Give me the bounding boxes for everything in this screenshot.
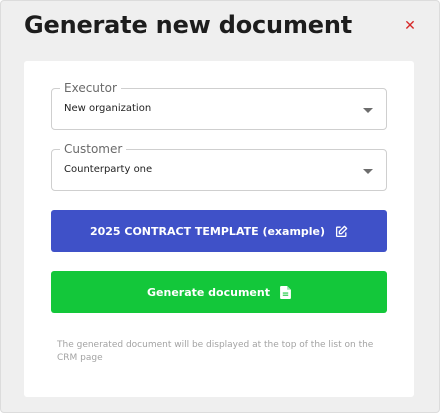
executor-label: Executor — [60, 81, 121, 95]
chevron-down-icon — [363, 108, 373, 113]
generate-document-button[interactable]: Generate document — [51, 271, 387, 313]
customer-label: Customer — [60, 142, 127, 156]
generate-button-label: Generate document — [147, 285, 270, 299]
document-icon — [280, 285, 291, 299]
edit-icon — [335, 225, 348, 238]
executor-value: New organization — [64, 103, 152, 114]
modal-title: Generate new document — [24, 11, 352, 39]
template-button[interactable]: 2025 CONTRACT TEMPLATE (example) — [51, 210, 387, 252]
executor-select[interactable]: Executor New organization — [51, 81, 387, 130]
generate-document-modal: Generate new document ✕ Executor New org… — [0, 0, 440, 413]
close-button[interactable]: ✕ — [401, 17, 419, 35]
helper-note: The generated document will be displayed… — [57, 340, 374, 363]
form-card: Executor New organization Customer Count… — [24, 61, 414, 397]
chevron-down-icon — [363, 169, 373, 174]
template-button-label: 2025 CONTRACT TEMPLATE (example) — [89, 224, 326, 238]
close-icon: ✕ — [404, 18, 416, 34]
customer-select[interactable]: Customer Counterparty one — [51, 142, 387, 191]
customer-value: Counterparty one — [64, 164, 153, 175]
